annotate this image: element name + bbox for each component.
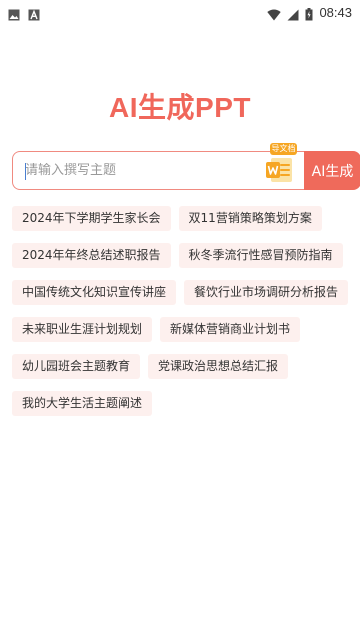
wifi-icon <box>267 6 282 21</box>
suggestion-chip[interactable]: 新媒体营销商业计划书 <box>160 317 301 342</box>
status-time: 08:43 <box>319 4 352 20</box>
suggestion-chip[interactable]: 2024年年终总结述职报告 <box>12 243 171 268</box>
suggestion-chip[interactable]: 餐饮行业市场调研分析报告 <box>184 280 349 305</box>
suggestion-chip[interactable]: 党课政治思想总结汇报 <box>148 354 289 379</box>
ai-generate-button[interactable]: AI生成 <box>304 151 360 190</box>
image-icon <box>8 6 20 21</box>
topic-input[interactable] <box>25 163 255 178</box>
suggestion-row: 未来职业生涯计划规划 新媒体营销商业计划书 <box>12 317 348 342</box>
word-doc-icon <box>266 157 294 183</box>
suggestion-chip[interactable]: 未来职业生涯计划规划 <box>12 317 153 342</box>
signal-icon <box>287 6 299 21</box>
suggestion-row: 我的大学生活主题阐述 <box>12 391 348 416</box>
page-title: AI生成PPT <box>109 92 251 123</box>
suggestion-chip[interactable]: 秋冬季流行性感冒预防指南 <box>178 243 343 268</box>
text-caret <box>25 163 26 180</box>
search-row: 导文档 AI生成 <box>12 143 360 190</box>
suggestion-row: 幼儿园班会主题教育 党课政治思想总结汇报 <box>12 354 348 379</box>
suggestion-list: 2024年下学期学生家长会 双11营销策略策划方案 2024年年终总结述职报告 … <box>12 206 349 428</box>
suggestion-row: 2024年下学期学生家长会 双11营销策略策划方案 <box>12 206 348 231</box>
suggestion-chip[interactable]: 2024年下学期学生家长会 <box>12 206 171 231</box>
suggestion-chip[interactable]: 我的大学生活主题阐述 <box>12 391 153 416</box>
suggestion-chip[interactable]: 幼儿园班会主题教育 <box>12 354 141 379</box>
import-label: 导文档 <box>270 143 297 155</box>
text-a-icon <box>28 6 40 21</box>
suggestion-row: 中国传统文化知识宣传讲座 餐饮行业市场调研分析报告 <box>12 280 349 305</box>
import-document-button[interactable]: 导文档 <box>259 143 301 187</box>
status-left <box>8 6 40 21</box>
suggestion-chip[interactable]: 中国传统文化知识宣传讲座 <box>12 280 177 305</box>
status-right: 08:43 <box>267 4 352 21</box>
suggestion-row: 2024年年终总结述职报告 秋冬季流行性感冒预防指南 <box>12 243 348 268</box>
suggestion-chip[interactable]: 双11营销策略策划方案 <box>178 206 322 231</box>
battery-icon <box>305 6 313 20</box>
status-bar: 08:43 <box>0 0 360 24</box>
